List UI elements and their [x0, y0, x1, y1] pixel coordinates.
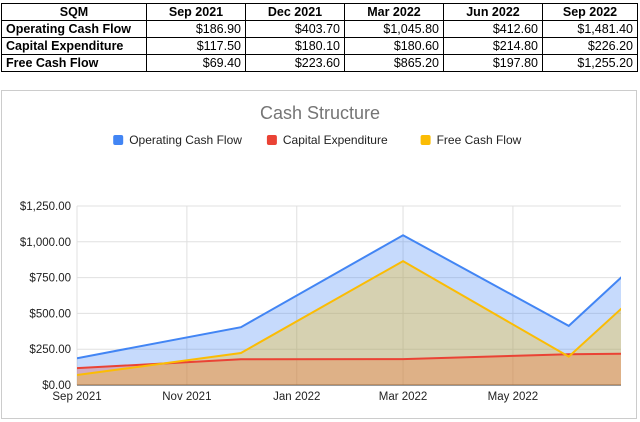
area-chart: Cash Structure Operating Cash Flow Capita…: [20, 103, 621, 403]
row-label: Free Cash Flow: [1, 54, 147, 72]
legend-swatch-capital-expenditure: [266, 135, 277, 145]
row-label: Operating Cash Flow: [1, 20, 147, 38]
table-cell: $69.40: [146, 54, 246, 72]
y-axis: $0.00$250.00$500.00$750.00$1,000.00$1,25…: [20, 201, 71, 392]
x-axis: Sep 2021 Nov 2021 Jan 2022 Mar 2022 May 2022: [52, 391, 538, 403]
table-cell: $1,255.20: [542, 54, 638, 72]
table-cell: $226.20: [542, 37, 638, 55]
table-cell: $1,045.80: [344, 20, 444, 38]
legend-label: Capital Expenditure: [283, 133, 388, 147]
table-header-cell: SQM: [1, 3, 147, 21]
table-row: Operating Cash Flow $186.90 $403.70 $1,0…: [1, 20, 638, 38]
legend-swatch-operating-cash-flow: [113, 135, 124, 145]
y-tick-label: $1,000.00: [20, 237, 71, 249]
y-tick-label: $500.00: [29, 308, 71, 320]
table-cell: $117.50: [146, 37, 246, 55]
table-cell: $223.60: [245, 54, 345, 72]
table-header-cell: Mar 2022: [344, 3, 444, 21]
table-header-row: SQM Sep 2021 Dec 2021 Mar 2022 Jun 2022 …: [1, 3, 638, 21]
table-cell: $180.60: [344, 37, 444, 55]
legend-swatch-free-cash-flow: [420, 135, 431, 145]
series-areas: [77, 235, 621, 385]
x-tick-label: Sep 2021: [52, 391, 101, 403]
chart-container: Cash Structure Operating Cash Flow Capita…: [1, 90, 637, 419]
table-cell: $412.60: [443, 20, 543, 38]
table-cell: $197.80: [443, 54, 543, 72]
y-tick-label: $750.00: [29, 273, 71, 285]
legend-label: Operating Cash Flow: [129, 133, 242, 147]
legend: Operating Cash Flow Capital Expenditure Fr…: [113, 133, 522, 147]
table-header-cell: Jun 2022: [443, 3, 543, 21]
x-tick-label: Jan 2022: [273, 391, 320, 403]
table-cell: $180.10: [245, 37, 345, 55]
y-tick-label: $1,250.00: [20, 201, 71, 213]
table-header-cell: Sep 2021: [146, 3, 246, 21]
table-header-cell: Dec 2021: [245, 3, 345, 21]
table-cell: $214.80: [443, 37, 543, 55]
table-row: Capital Expenditure $117.50 $180.10 $180…: [1, 37, 638, 55]
x-tick-label: Nov 2021: [162, 391, 211, 403]
row-label: Capital Expenditure: [1, 37, 147, 55]
table-header-cell: Sep 2022: [542, 3, 638, 21]
table-row: Free Cash Flow $69.40 $223.60 $865.20 $1…: [1, 54, 638, 72]
table-cell: $403.70: [245, 20, 345, 38]
table-cell: $186.90: [146, 20, 246, 38]
y-tick-label: $250.00: [29, 344, 71, 356]
data-table: SQM Sep 2021 Dec 2021 Mar 2022 Jun 2022 …: [1, 3, 638, 72]
x-tick-label: Mar 2022: [379, 391, 428, 403]
table-cell: $1,481.40: [542, 20, 638, 38]
x-tick-label: May 2022: [488, 391, 539, 403]
chart-title: Cash Structure: [260, 103, 380, 123]
legend-label: Free Cash Flow: [437, 133, 522, 147]
table-cell: $865.20: [344, 54, 444, 72]
